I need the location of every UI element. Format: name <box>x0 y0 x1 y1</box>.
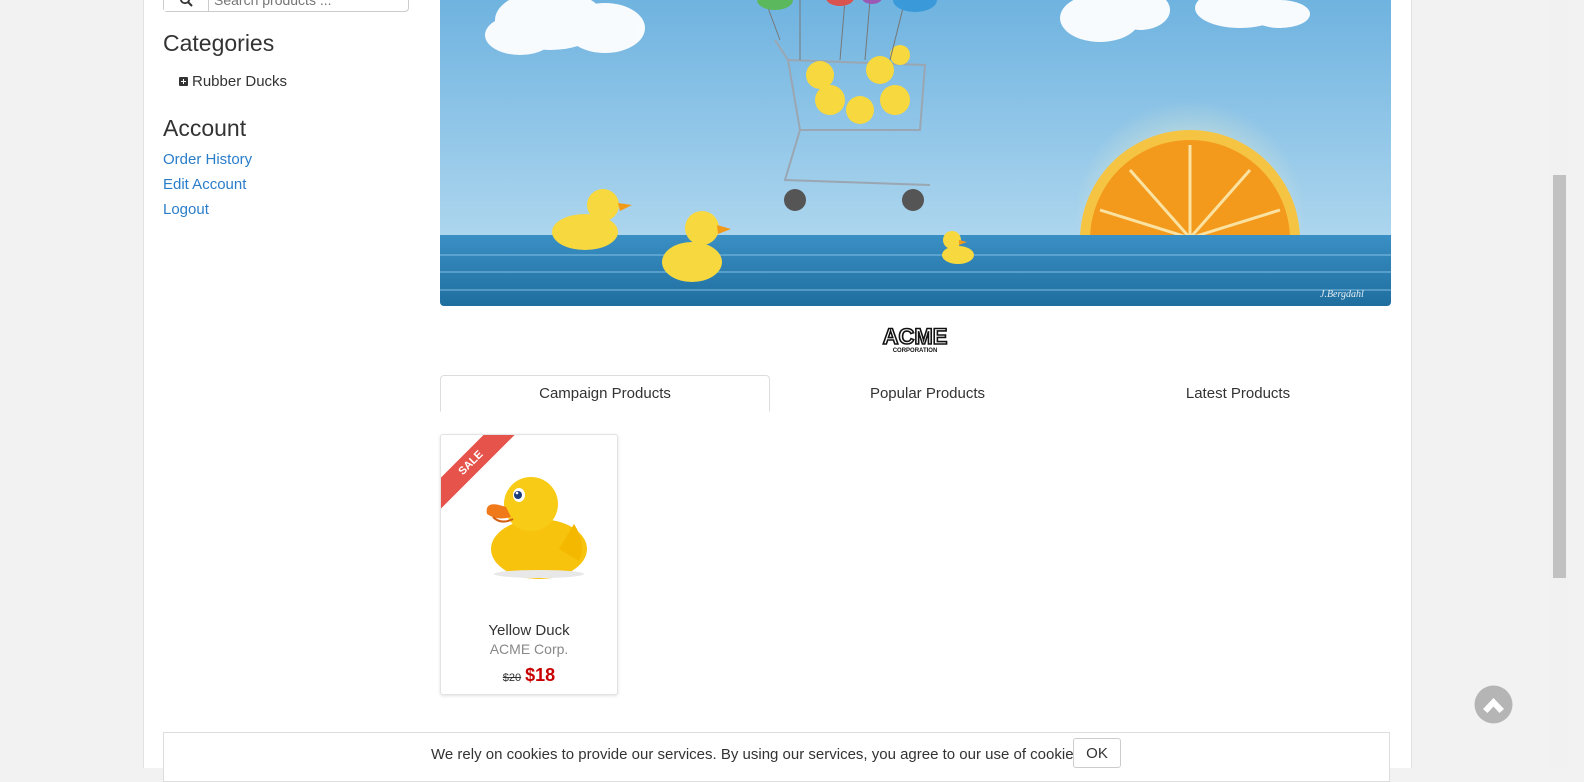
tab-popular-products[interactable]: Popular Products <box>770 375 1085 412</box>
product-name[interactable]: Yellow Duck <box>441 622 617 639</box>
categories-heading: Categories <box>163 30 275 56</box>
product-image[interactable] <box>479 469 589 584</box>
category-rubber-ducks[interactable]: Rubber Ducks <box>179 73 287 90</box>
cookie-ok-button[interactable]: OK <box>1073 738 1121 768</box>
edit-account-link[interactable]: Edit Account <box>163 176 246 193</box>
campaign-price: $18 <box>525 665 556 685</box>
search-input[interactable] <box>214 0 404 11</box>
scroll-to-top-button[interactable] <box>1474 685 1513 724</box>
account-heading: Account <box>163 115 247 141</box>
hero-banner[interactable]: J.Bergdahl <box>440 0 1391 306</box>
cookie-text: We rely on cookies to provide our servic… <box>431 746 1086 763</box>
cookie-notice: We rely on cookies to provide our servic… <box>163 732 1390 782</box>
tab-campaign-products[interactable]: Campaign Products <box>440 375 770 412</box>
search-icon[interactable] <box>164 0 209 11</box>
acme-logo[interactable]: ACME CORPORATION <box>881 323 949 359</box>
logo-text: ACME <box>883 324 948 349</box>
product-brand: ACME Corp. <box>489 641 569 657</box>
page-scrollbar[interactable] <box>1551 0 1568 768</box>
product-price: $20 $18 <box>441 665 617 686</box>
banner-signature: J.Bergdahl <box>1320 289 1364 300</box>
regular-price: $20 <box>502 672 522 684</box>
product-card[interactable]: SALE Yellow Duck ACME Corp. $20 $18 <box>440 434 618 695</box>
scrollbar-thumb[interactable] <box>1553 175 1566 578</box>
search-box <box>163 0 409 12</box>
plus-square-icon <box>179 77 188 86</box>
category-label: Rubber Ducks <box>192 73 288 90</box>
order-history-link[interactable]: Order History <box>163 151 252 168</box>
page-container: Categories Rubber Ducks Account Order Hi… <box>143 0 1412 782</box>
chevron-up-icon <box>1474 685 1513 724</box>
tab-latest-products[interactable]: Latest Products <box>1085 375 1391 412</box>
logo-subtext: CORPORATION <box>893 348 938 354</box>
logout-link[interactable]: Logout <box>163 201 209 218</box>
